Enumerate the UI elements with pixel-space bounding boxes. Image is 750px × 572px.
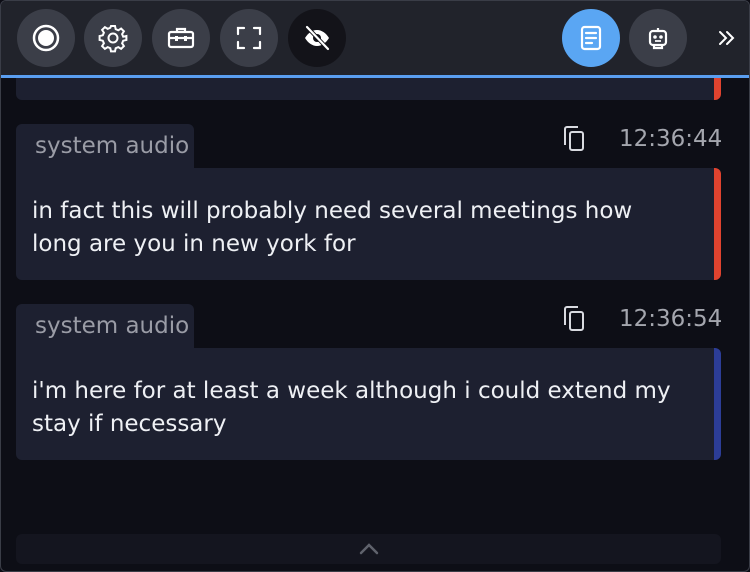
record-icon [32,24,60,52]
expand-button[interactable] [711,23,741,53]
copy-icon[interactable] [561,125,587,153]
transcript-list[interactable]: system audio 12:36:44 in fact this will … [1,78,749,571]
settings-button[interactable] [84,9,142,67]
transcript-icon [580,25,602,51]
message-card: i'm here for at least a week although i … [16,348,721,460]
previous-message-card [16,78,721,100]
scroll-up-bar[interactable] [16,534,721,564]
chevron-up-icon [359,543,378,555]
message-text: i'm here for at least a week although i … [32,378,671,437]
robot-icon [648,28,668,50]
eye-off-icon [305,25,330,51]
fullscreen-icon [236,26,262,50]
fullscreen-button[interactable] [220,9,278,67]
message-text: in fact this will probably need several … [32,198,633,257]
toolbar [1,1,749,78]
message-source-label: system audio [16,304,194,348]
double-chevron-right-icon [719,31,735,45]
toolbox-button[interactable] [152,9,210,67]
app-window: system audio 12:36:44 in fact this will … [0,0,750,572]
message-source-label: system audio [16,124,194,168]
message-timestamp: 12:36:44 [619,126,723,152]
record-button[interactable] [17,9,75,67]
copy-icon[interactable] [561,305,587,333]
transcript-button[interactable] [562,9,620,67]
message-timestamp: 12:36:54 [619,306,723,332]
gear-icon [98,25,128,53]
hide-button[interactable] [288,9,346,67]
assistant-button[interactable] [629,9,687,67]
message-card: in fact this will probably need several … [16,168,721,280]
toolbox-icon [167,27,195,49]
